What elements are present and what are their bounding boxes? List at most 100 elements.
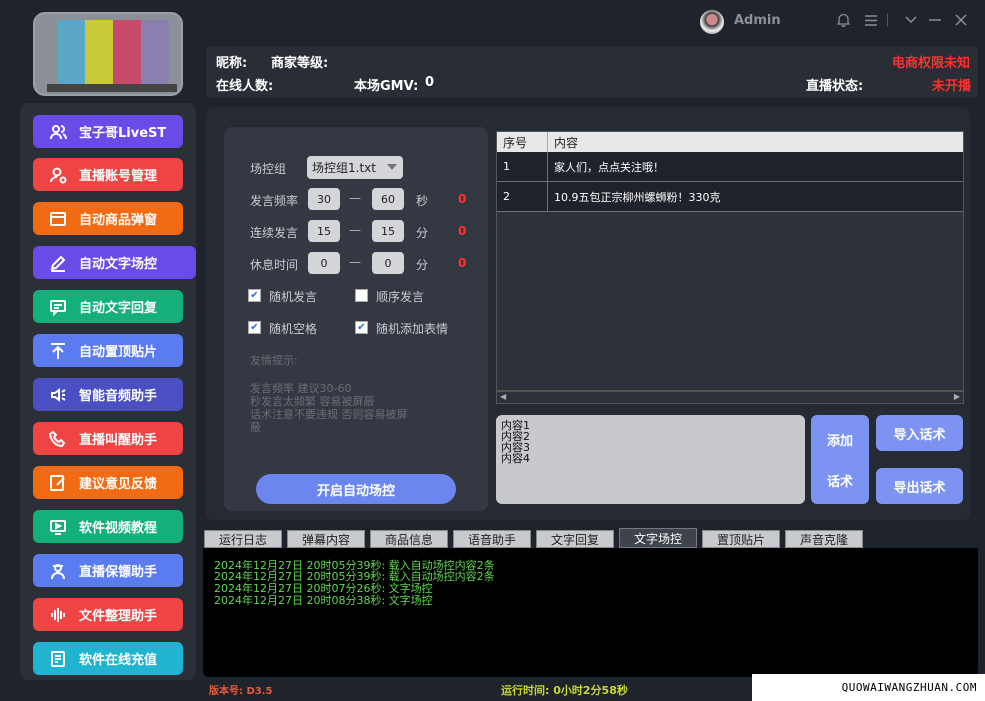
sidebar-item-label: 直播叫醒助手 (79, 433, 158, 448)
row-content: 家人们，点点关注哦！ (554, 160, 664, 174)
speaker-icon (47, 386, 69, 404)
arrow-left-icon[interactable]: ◀ (500, 392, 506, 401)
log-line: 2024年12月27日 20时07分26秒: 文字场控 (214, 582, 433, 595)
gmv-label: 本场GMV: (354, 79, 419, 94)
tab-text-control[interactable]: 文字场控 (619, 528, 697, 548)
table-row[interactable]: 2 10.9五包正宗柳州螺蛳粉！330克 (497, 182, 963, 212)
textarea-line: 内容3 (501, 441, 530, 454)
random-space-label: 随机空格 (269, 322, 318, 336)
frequency-min-input[interactable]: 30 (308, 188, 340, 210)
row-no: 2 (503, 190, 510, 203)
tab-danmaku[interactable]: 弹幕内容 (287, 530, 365, 548)
sidebar-item-label: 自动商品弹窗 (79, 213, 158, 228)
gmv-value: 0 (425, 75, 435, 90)
textarea-line: 内容1 (501, 419, 530, 432)
audio-wave-icon (47, 606, 69, 624)
tips-line: 发言频率 建议30-60 (250, 382, 352, 395)
user-settings-icon (47, 166, 69, 184)
textarea-line: 内容4 (501, 452, 530, 465)
sidebar-item[interactable]: 自动置顶贴片 (33, 334, 183, 367)
control-group-value: 场控组1.txt (312, 161, 376, 175)
menu-icon[interactable] (861, 8, 881, 32)
sidebar-item-label: 建议意见反馈 (79, 477, 158, 492)
sidebar-item[interactable]: 软件在线充值 (33, 642, 183, 675)
sidebar-item[interactable]: 软件视频教程 (33, 510, 183, 543)
column-header-content[interactable]: 内容 (548, 132, 848, 152)
sidebar-item-label: 软件视频教程 (79, 521, 158, 536)
content-table: 序号 内容 1 家人们，点点关注哦！ 2 10.9五包正宗柳州螺蛳粉！330克 (496, 131, 964, 391)
control-settings-panel (224, 127, 488, 511)
tab-voice-clone[interactable]: 声音克隆 (785, 530, 863, 548)
pin-top-icon (47, 342, 69, 360)
tips-title: 友情提示: (250, 354, 298, 367)
continuous-label: 连续发言 (250, 226, 299, 240)
sidebar-item[interactable]: 宝子哥LiveST (33, 115, 183, 148)
arrow-right-icon[interactable]: ▶ (954, 392, 960, 401)
tab-voice-assistant[interactable]: 语音助手 (453, 530, 531, 548)
sidebar-item[interactable]: 直播保镖助手 (33, 554, 183, 587)
tab-pinned-sticker[interactable]: 置顶贴片 (702, 530, 780, 548)
runtime-label: 运行时间: 0小时2分58秒 (501, 684, 628, 697)
bodyguard-icon (47, 562, 69, 580)
tab-product-info[interactable]: 商品信息 (370, 530, 448, 548)
message-icon (47, 298, 69, 316)
sidebar-item[interactable]: 直播叫醒助手 (33, 422, 183, 455)
export-script-button[interactable]: 导出话术 (876, 468, 963, 504)
minimize-icon[interactable] (925, 8, 945, 32)
window-icon (47, 210, 69, 228)
row-content: 10.9五包正宗柳州螺蛳粉！330克 (554, 190, 721, 204)
sidebar-item[interactable]: 自动文字回复 (33, 290, 183, 323)
feedback-icon (47, 474, 69, 492)
sidebar-item[interactable]: 智能音频助手 (33, 378, 183, 411)
tab-text-reply[interactable]: 文字回复 (536, 530, 614, 548)
bell-icon[interactable] (833, 8, 853, 32)
start-auto-control-button[interactable]: 开启自动场控 (256, 474, 456, 504)
chevron-down-icon[interactable] (901, 8, 921, 32)
sidebar-item-label: 自动文字场控 (79, 257, 158, 272)
table-header: 序号 内容 (497, 132, 963, 152)
random-emoji-checkbox[interactable]: ✔ (355, 321, 368, 334)
close-icon[interactable] (951, 8, 971, 32)
random-space-checkbox[interactable]: ✔ (248, 321, 261, 334)
range-dash: 一 (349, 224, 362, 238)
add-script-button[interactable]: 添加 话术 (811, 415, 869, 504)
sidebar-item[interactable]: 自动商品弹窗 (33, 202, 183, 235)
random-speak-label: 随机发言 (269, 290, 318, 304)
row-no: 1 (503, 160, 510, 173)
frequency-max-input[interactable]: 60 (372, 188, 404, 210)
table-row[interactable]: 1 家人们，点点关注哦！ (497, 152, 963, 182)
sidebar-item[interactable]: 文件整理助手 (33, 598, 183, 631)
sidebar-item-label: 宝子哥LiveST (79, 126, 167, 141)
range-dash: 一 (349, 256, 362, 270)
sidebar-item[interactable]: 直播账号管理 (33, 158, 183, 191)
live-status-label: 直播状态: (806, 79, 864, 94)
script-textarea[interactable]: 内容1 内容2 内容3 内容4 (496, 415, 805, 504)
rest-label: 休息时间 (250, 258, 299, 272)
random-speak-checkbox[interactable]: ✔ (248, 289, 261, 302)
logo-bar-2 (85, 20, 113, 92)
run-log-panel: 2024年12月27日 20时05分39秒: 载入自动场控内容2条 2024年1… (203, 548, 978, 677)
continuous-unit: 分 (416, 226, 429, 240)
add-script-label-1: 添加 (826, 433, 853, 449)
import-script-button[interactable]: 导入话术 (876, 415, 963, 451)
control-group-select[interactable]: 场控组1.txt (307, 156, 403, 179)
continuous-counter: 0 (458, 224, 467, 238)
log-line: 2024年12月27日 20时05分39秒: 载入自动场控内容2条 (214, 570, 495, 583)
sequential-speak-checkbox[interactable] (355, 289, 368, 302)
sidebar-item[interactable]: 自动文字场控 (33, 246, 196, 279)
sidebar-item[interactable]: 建议意见反馈 (33, 466, 183, 499)
continuous-min-input[interactable]: 15 (308, 220, 340, 242)
frequency-counter: 0 (458, 192, 467, 206)
sidebar-item-label: 自动置顶贴片 (79, 345, 158, 360)
sequential-speak-label: 顺序发言 (376, 290, 425, 304)
tab-run-log[interactable]: 运行日志 (204, 530, 282, 548)
textarea-line: 内容2 (501, 430, 530, 443)
sidebar-item-label: 文件整理助手 (79, 609, 158, 624)
rest-min-input[interactable]: 0 (308, 252, 340, 274)
column-header-no[interactable]: 序号 (497, 132, 547, 152)
rest-max-input[interactable]: 0 (372, 252, 404, 274)
avatar[interactable] (700, 10, 724, 34)
recharge-icon (47, 650, 69, 668)
continuous-max-input[interactable]: 15 (372, 220, 404, 242)
horizontal-scrollbar[interactable]: ◀ ▶ (496, 391, 964, 404)
